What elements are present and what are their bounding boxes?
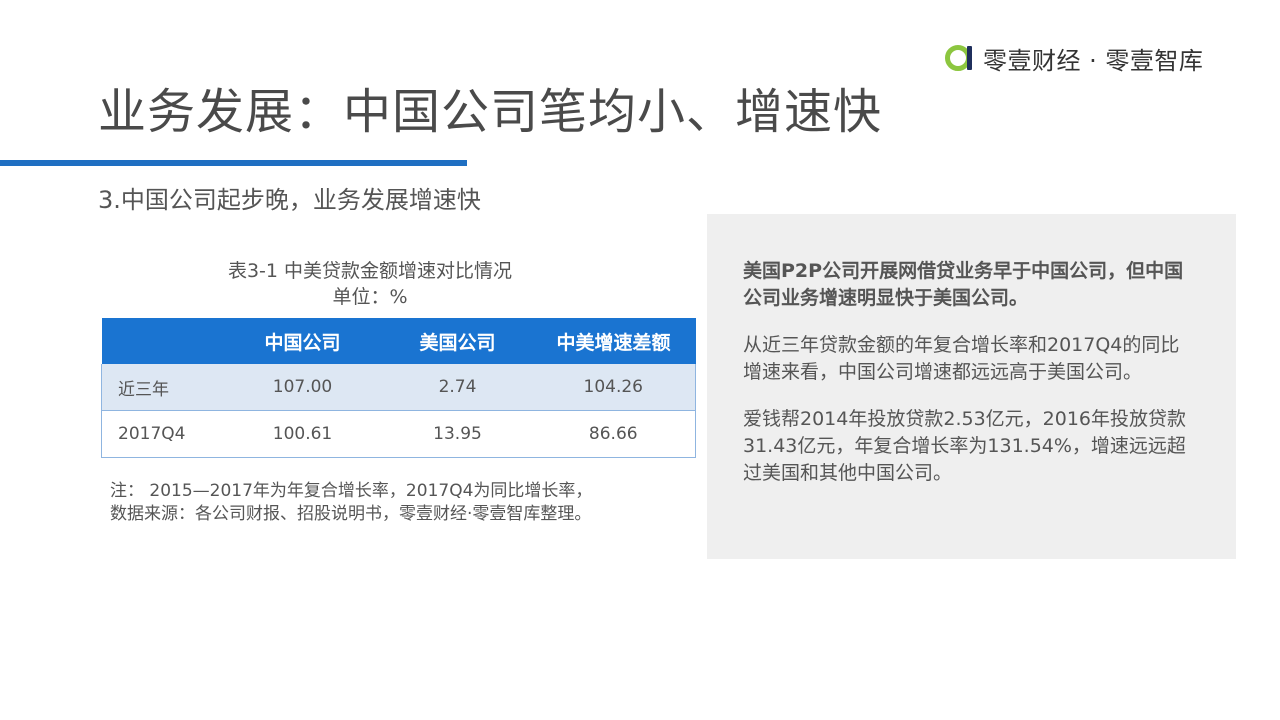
table-header-cell: 中国公司: [221, 318, 384, 364]
slide: 零壹财经 · 零壹智库 业务发展：中国公司笔均小、增速快 3.中国公司起步晚，业…: [0, 0, 1280, 720]
table-header-cell: [101, 318, 222, 364]
table-header-cell: 美国公司: [383, 318, 532, 364]
table-cell: 13.95: [383, 410, 532, 458]
source-line: 数据来源：各公司财报、招股说明书，零壹财经·零壹智库整理。: [110, 504, 592, 524]
table-cell: 2.74: [383, 364, 532, 411]
comparison-table: 中国公司 美国公司 中美增速差额 近三年 107.00 2.74 104.26 …: [101, 318, 696, 458]
table-caption: 表3-1 中美贷款金额增速对比情况 单位：%: [150, 258, 590, 310]
brand-logo: 零壹财经 · 零壹智库: [945, 40, 1203, 76]
brand-name: 零壹财经 · 零壹智库: [983, 46, 1204, 75]
table-caption-title: 表3-1 中美贷款金额增速对比情况: [227, 260, 513, 282]
table-cell: 86.66: [531, 410, 696, 458]
table-caption-unit: 单位：%: [332, 286, 408, 308]
page-title: 业务发展：中国公司笔均小、增速快: [98, 84, 883, 140]
table-cell: 2017Q4: [101, 410, 222, 458]
table-cell: 104.26: [531, 364, 696, 411]
summary-lead: 美国P2P公司开展网借贷业务早于中国公司，但中国公司业务增速明显快于美国公司。: [743, 260, 1184, 309]
title-underline: [0, 160, 467, 166]
table-cell: 107.00: [221, 364, 384, 411]
table-header-cell: 中美增速差额: [531, 318, 696, 364]
table-row: 2017Q4 100.61 13.95 86.66: [101, 410, 696, 458]
summary-paragraph: 从近三年贷款金额的年复合增长率和2017Q4的同比增速来看，中国公司增速都远远高…: [743, 334, 1180, 383]
summary-panel: 美国P2P公司开展网借贷业务早于中国公司，但中国公司业务增速明显快于美国公司。 …: [707, 214, 1236, 559]
table-header-row: 中国公司 美国公司 中美增速差额: [101, 318, 696, 364]
note-line: 注： 2015—2017年为年复合增长率，2017Q4为同比增长率，: [110, 481, 593, 501]
summary-text: 美国P2P公司开展网借贷业务早于中国公司，但中国公司业务增速明显快于美国公司。 …: [743, 258, 1193, 507]
brand-logo-icon: [945, 45, 972, 71]
table-cell: 100.61: [221, 410, 384, 458]
table-row: 近三年 107.00 2.74 104.26: [101, 364, 696, 411]
summary-paragraph: 爱钱帮2014年投放贷款2.53亿元，2016年投放贷款31.43亿元，年复合增…: [743, 408, 1187, 484]
section-subtitle: 3.中国公司起步晚，业务发展增速快: [98, 186, 481, 214]
table-notes: 注： 2015—2017年为年复合增长率，2017Q4为同比增长率， 数据来源：…: [110, 480, 592, 526]
table-cell: 近三年: [101, 364, 222, 411]
